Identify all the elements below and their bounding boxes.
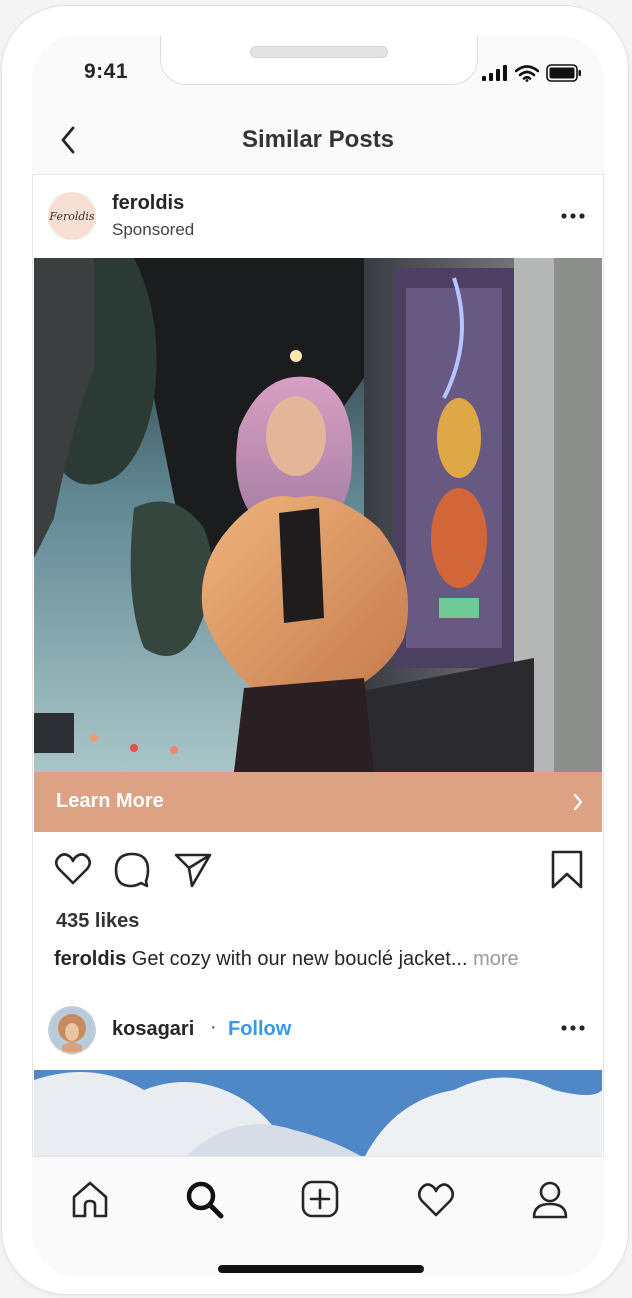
more-options-icon[interactable]: [560, 1024, 586, 1032]
brand-logo: Feroldis: [49, 209, 95, 223]
post-image[interactable]: [34, 258, 602, 772]
post-caption: feroldis Get cozy with our new bouclé ja…: [54, 948, 519, 971]
phone-frame: 9:41 Similar Posts Feroldis feroldis Spo…: [2, 6, 628, 1294]
caption-more-link[interactable]: more: [468, 948, 519, 970]
activity-heart-icon[interactable]: [416, 1179, 456, 1219]
next-post-image[interactable]: [34, 1070, 602, 1158]
status-time: 9:41: [84, 60, 129, 83]
avatar[interactable]: Feroldis: [48, 192, 96, 240]
app-screen: 9:41 Similar Posts Feroldis feroldis Spo…: [32, 36, 604, 1276]
bookmark-icon[interactable]: [550, 850, 584, 890]
learn-more-button[interactable]: Learn More: [34, 772, 602, 832]
like-count[interactable]: 435 likes: [56, 910, 139, 933]
like-heart-icon[interactable]: [54, 852, 92, 886]
avatar[interactable]: [48, 1006, 96, 1054]
wifi-icon: [515, 64, 539, 82]
bottom-tab-bar: [32, 1156, 604, 1276]
home-indicator[interactable]: [218, 1265, 424, 1273]
add-post-icon[interactable]: [300, 1179, 340, 1219]
post-actions: [32, 846, 604, 896]
follow-button[interactable]: Follow: [228, 1018, 291, 1041]
caption-text: Get cozy with our new bouclé jacket...: [126, 948, 468, 970]
caption-username[interactable]: feroldis: [54, 948, 126, 970]
share-send-icon[interactable]: [174, 852, 212, 888]
separator-dot: ·: [210, 1016, 217, 1038]
status-icons: [482, 64, 582, 82]
home-icon[interactable]: [70, 1179, 110, 1219]
speaker-grille: [250, 46, 388, 58]
signal-icon: [482, 65, 507, 81]
page-title: Similar Posts: [241, 126, 395, 153]
learn-more-label: Learn More: [56, 790, 164, 812]
nav-header: Similar Posts: [32, 108, 604, 175]
sponsored-label: Sponsored: [112, 220, 195, 239]
profile-icon[interactable]: [530, 1179, 570, 1219]
comment-icon[interactable]: [114, 852, 150, 888]
post-username[interactable]: feroldis: [112, 192, 184, 215]
search-icon[interactable]: [184, 1179, 224, 1219]
next-post-username[interactable]: kosagari: [112, 1018, 194, 1041]
next-post-header: kosagari · Follow: [32, 1000, 604, 1066]
post-header: Feroldis feroldis Sponsored: [32, 176, 604, 256]
battery-icon: [546, 64, 581, 82]
device-notch: [160, 36, 478, 85]
chevron-right-icon: [573, 793, 583, 811]
more-options-icon[interactable]: [560, 212, 586, 220]
